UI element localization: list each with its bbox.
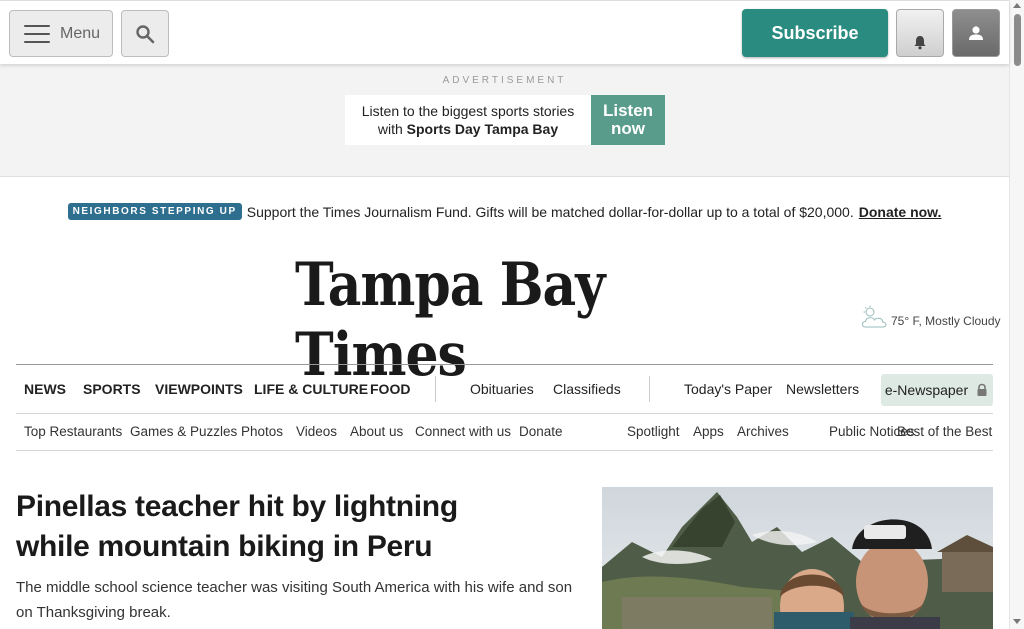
- nav-games-puzzles[interactable]: Games & Puzzles: [130, 424, 237, 439]
- subscribe-button[interactable]: Subscribe: [742, 9, 888, 57]
- story-summary: The middle school science teacher was vi…: [16, 579, 573, 621]
- enewspaper-label: e-Newspaper: [884, 382, 969, 398]
- search-button[interactable]: [121, 10, 169, 57]
- nav-videos[interactable]: Videos: [296, 424, 337, 439]
- menu-button[interactable]: Menu: [9, 10, 113, 57]
- enewspaper-button[interactable]: e-Newspaper: [881, 374, 993, 406]
- nav-divider: [435, 376, 436, 402]
- user-icon: [969, 26, 983, 40]
- promo-bar: NEIGHBORS STEPPING UP Support the Times …: [0, 203, 1009, 220]
- ad-listen-button[interactable]: Listen now: [591, 95, 665, 145]
- nav-newsletters[interactable]: Newsletters: [786, 381, 859, 397]
- nav-donate[interactable]: Donate: [519, 424, 563, 439]
- weather-text: 75° F, Mostly Cloudy: [891, 314, 1001, 328]
- nav-sports[interactable]: SPORTS: [83, 381, 141, 397]
- ad-line2-prefix: with: [377, 121, 403, 137]
- page-scrollbar[interactable]: [1009, 0, 1024, 629]
- promo-badge: NEIGHBORS STEPPING UP: [67, 203, 242, 220]
- nav-divider: [649, 376, 650, 402]
- account-button[interactable]: [952, 9, 1000, 57]
- cloudy-icon: [861, 305, 887, 328]
- story-photo-image: [602, 487, 993, 629]
- promo-text: Support the Times Journalism Fund. Gifts…: [246, 203, 854, 220]
- notifications-button[interactable]: [896, 9, 944, 57]
- ad-band: ADVERTISEMENT Listen to the biggest spor…: [0, 64, 1009, 177]
- nav-viewpoints[interactable]: VIEWPOINTS: [155, 381, 243, 397]
- secondary-nav: Top Restaurants Games & Puzzles Photos V…: [16, 414, 993, 451]
- primary-nav: NEWS SPORTS VIEWPOINTS LIFE & CULTURE FO…: [16, 364, 993, 414]
- weather-widget[interactable]: 75° F, Mostly Cloudy: [860, 305, 1001, 329]
- nav-classifieds[interactable]: Classifieds: [553, 381, 621, 397]
- nav-spotlight[interactable]: Spotlight: [627, 424, 680, 439]
- donate-link[interactable]: Donate now.: [859, 204, 942, 220]
- nav-photos[interactable]: Photos: [241, 424, 283, 439]
- story-headline[interactable]: Pinellas teacher hit by lightning while …: [16, 487, 536, 567]
- nav-archives[interactable]: Archives: [737, 424, 789, 439]
- ad-text: Listen to the biggest sports stories wit…: [345, 95, 591, 145]
- ad-banner[interactable]: Listen to the biggest sports stories wit…: [345, 95, 665, 145]
- scroll-up-arrow[interactable]: [1013, 3, 1021, 8]
- menu-label: Menu: [60, 24, 101, 42]
- ad-line1: Listen to the biggest sports stories: [361, 103, 575, 119]
- ad-cta-line1: Listen: [602, 101, 654, 120]
- hamburger-icon: [24, 24, 50, 43]
- top-bar: Menu Subscribe: [0, 0, 1009, 64]
- nav-top-restaurants[interactable]: Top Restaurants: [24, 424, 122, 439]
- scroll-thumb[interactable]: [1014, 14, 1021, 66]
- ad-brand: Sports Day Tampa Bay: [406, 121, 559, 137]
- nav-about-us[interactable]: About us: [350, 424, 403, 439]
- bell-icon: [914, 36, 926, 50]
- nav-best-of-the-best[interactable]: Best of the Best: [897, 424, 992, 439]
- story-photo[interactable]: [602, 487, 993, 629]
- nav-food[interactable]: FOOD: [370, 381, 410, 397]
- nav-connect-with-us[interactable]: Connect with us: [415, 424, 511, 439]
- nav-apps[interactable]: Apps: [693, 424, 724, 439]
- ad-label: ADVERTISEMENT: [442, 75, 567, 86]
- nav-news[interactable]: NEWS: [24, 381, 66, 397]
- masthead-logo[interactable]: Tampa Bay Times: [295, 250, 715, 390]
- nav-life-culture[interactable]: LIFE & CULTURE: [254, 381, 368, 397]
- lock-icon: [977, 383, 987, 396]
- nav-todays-paper[interactable]: Today's Paper: [684, 381, 772, 397]
- search-icon: [136, 24, 155, 43]
- ad-line2: with Sports Day Tampa Bay: [378, 120, 558, 138]
- nav-obituaries[interactable]: Obituaries: [470, 381, 534, 397]
- scroll-down-arrow[interactable]: [1013, 619, 1021, 624]
- ad-cta-line2: now: [611, 119, 645, 138]
